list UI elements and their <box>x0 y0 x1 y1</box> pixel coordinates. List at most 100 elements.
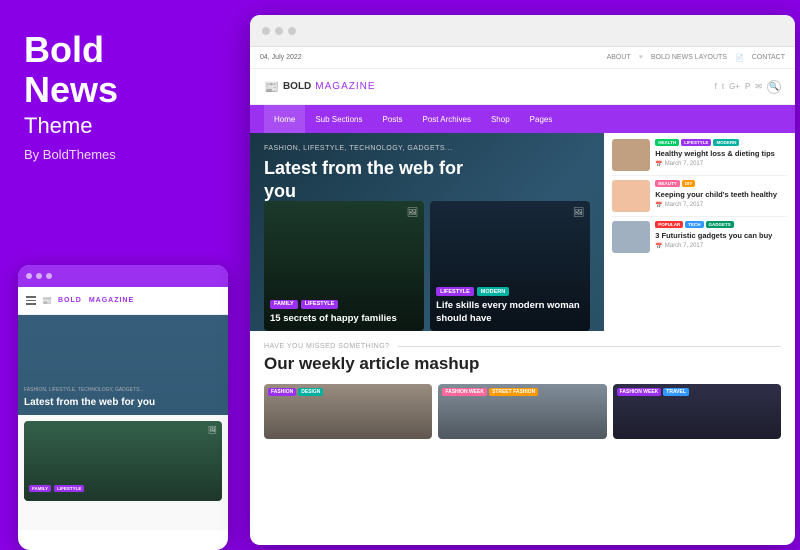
twitter-icon[interactable]: t <box>722 82 724 91</box>
card1-tag-family: FAMILY <box>270 300 298 309</box>
mobile-tag-family: FAMILY <box>29 485 51 492</box>
brand-subtitle: Theme <box>24 113 224 139</box>
mashup3-tag-fw2: FASHION WEEK <box>617 388 662 396</box>
mobile-card-area: FAMILY LIFESTYLE 🖼 <box>18 415 228 530</box>
site-topbar: 04, July 2022 ABOUT ♥ BOLD NEWS LAYOUTS … <box>250 47 795 69</box>
card2-tag-lifestyle: LIFESTYLE <box>436 287 474 296</box>
email-icon[interactable]: ✉ <box>755 82 762 91</box>
nav-post-archives[interactable]: Post Archives <box>413 105 481 133</box>
hero-content: FASHION, LIFESTYLE, TECHNOLOGY, GADGETS.… <box>250 133 795 202</box>
mashup1-tag-fashion: FASHION <box>268 388 296 396</box>
bottom-section: HAVE YOU MISSED SOMETHING? Our weekly ar… <box>250 331 795 451</box>
hero-card-2-overlay: LIFESTYLE MODERN Life skills every moder… <box>430 201 590 331</box>
nav-home[interactable]: Home <box>264 105 305 133</box>
mobile-hero-title: Latest from the web for you <box>24 396 222 409</box>
nav-pages[interactable]: Pages <box>520 105 563 133</box>
mobile-card: FAMILY LIFESTYLE 🖼 <box>24 421 222 501</box>
topbar-date: 04, July 2022 <box>260 54 302 61</box>
browser-dot-3 <box>288 27 296 35</box>
mobile-logo-mag: MAGAZINE <box>89 297 134 304</box>
mobile-logo-icon: 📰 <box>42 296 52 305</box>
hero-card-2[interactable]: LIFESTYLE MODERN Life skills every moder… <box>430 201 590 331</box>
topbar-right: ABOUT ♥ BOLD NEWS LAYOUTS 📄 CONTACT <box>607 54 785 62</box>
mobile-hero-tag: FASHION, LIFESTYLE, TECHNOLOGY, GADGETS.… <box>24 387 222 393</box>
mobile-nav: 📰 BOLD MAGAZINE <box>18 287 228 315</box>
mashup-card-1[interactable]: FASHION DESIGN <box>264 384 432 439</box>
card2-tag-modern: MODERN <box>477 287 509 296</box>
hero-cards: FAMILY LIFESTYLE 15 secrets of happy fam… <box>250 191 604 331</box>
mashup3-tag-travel: TRAVEL <box>663 388 689 396</box>
mobile-mockup: 📰 BOLD MAGAZINE FASHION, LIFESTYLE, TECH… <box>18 265 228 550</box>
hero-card-1[interactable]: FAMILY LIFESTYLE 15 secrets of happy fam… <box>264 201 424 331</box>
nav-sub-sections[interactable]: Sub Sections <box>305 105 372 133</box>
article-item-3[interactable]: POPULAR TECH GADGETS 3 Futuristic gadget… <box>612 221 787 257</box>
mashup2-tag-sf: STREET FASHION <box>489 388 538 396</box>
mobile-dot-3 <box>46 273 52 279</box>
mashup2-tags: FASHION WEEK STREET FASHION <box>442 388 538 396</box>
browser-dot-1 <box>262 27 270 35</box>
site-header: 📰 BOLD MAGAZINE f t G+ P ✉ 🔍 <box>250 69 795 105</box>
pinterest-icon[interactable]: P <box>745 82 750 91</box>
mobile-top-bar <box>18 265 228 287</box>
hero-tag: FASHION, LIFESTYLE, TECHNOLOGY, GADGETS.… <box>264 145 781 152</box>
card2-tags: LIFESTYLE MODERN <box>436 287 584 296</box>
topbar-layouts[interactable]: BOLD NEWS LAYOUTS <box>651 54 727 61</box>
mobile-logo-text: BOLD <box>58 297 82 304</box>
art3-tag-tech: TECH <box>685 221 703 228</box>
mashup3-tags: FASHION WEEK TRAVEL <box>617 388 689 396</box>
mashup2-tag-fw: FASHION WEEK <box>442 388 487 396</box>
mobile-card-tags: FAMILY LIFESTYLE <box>29 485 217 492</box>
site-nav: Home Sub Sections Posts Post Archives Sh… <box>250 105 795 133</box>
section-pre-label: HAVE YOU MISSED SOMETHING? <box>264 343 781 350</box>
header-social: f t G+ P ✉ 🔍 <box>715 80 781 94</box>
picture-icon: 🖼 <box>208 426 217 434</box>
article-3-title: 3 Futuristic gadgets you can buy <box>655 231 787 241</box>
brand-title: Bold News <box>24 30 224 109</box>
hero-title: Latest from the web for you <box>264 157 464 202</box>
hamburger-icon <box>26 296 36 305</box>
brand-by: By BoldThemes <box>24 147 224 162</box>
mashup1-tag-design: DESIGN <box>298 388 323 396</box>
nav-posts[interactable]: Posts <box>372 105 412 133</box>
article-thumb-3 <box>612 221 650 253</box>
mobile-dot-1 <box>26 273 32 279</box>
card1-title: 15 secrets of happy families <box>270 313 418 325</box>
google-icon[interactable]: G+ <box>729 82 740 91</box>
topbar-contact[interactable]: CONTACT <box>752 54 785 61</box>
logo-magazine: MAGAZINE <box>315 81 375 92</box>
topbar-about[interactable]: ABOUT <box>607 54 631 61</box>
browser-dot-2 <box>275 27 283 35</box>
facebook-icon[interactable]: f <box>715 82 717 91</box>
left-panel: Bold News Theme By BoldThemes 📰 BOLD MAG… <box>0 0 248 550</box>
section-title: Our weekly article mashup <box>264 354 781 374</box>
mobile-tag-lifestyle: LIFESTYLE <box>54 485 84 492</box>
hero-card-1-overlay: FAMILY LIFESTYLE 15 secrets of happy fam… <box>264 201 424 331</box>
mashup-cards: FASHION DESIGN FASHION WEEK STREET FASHI… <box>264 384 781 439</box>
article-info-3: POPULAR TECH GADGETS 3 Futuristic gadget… <box>655 221 787 250</box>
article-3-tags: POPULAR TECH GADGETS <box>655 221 787 228</box>
logo-icon: 📰 <box>264 80 279 94</box>
mobile-dot-2 <box>36 273 42 279</box>
mashup-card-2[interactable]: FASHION WEEK STREET FASHION <box>438 384 606 439</box>
browser-window: 04, July 2022 ABOUT ♥ BOLD NEWS LAYOUTS … <box>250 15 795 545</box>
calendar-icon-2: 📅 <box>655 202 662 209</box>
logo-bold: BOLD <box>283 81 311 92</box>
calendar-icon-3: 📅 <box>655 243 662 250</box>
mashup1-tags: FASHION DESIGN <box>268 388 323 396</box>
site-logo: 📰 BOLD MAGAZINE <box>264 80 376 94</box>
card2-pic-icon: 🖼 <box>573 207 584 218</box>
mobile-hero: FASHION, LIFESTYLE, TECHNOLOGY, GADGETS.… <box>18 315 228 415</box>
mashup-card-3[interactable]: FASHION WEEK TRAVEL <box>613 384 781 439</box>
card1-tags: FAMILY LIFESTYLE <box>270 300 418 309</box>
search-button[interactable]: 🔍 <box>767 80 781 94</box>
article-2-date: 📅 March 7, 2017 <box>655 202 787 209</box>
article-3-date: 📅 March 7, 2017 <box>655 243 787 250</box>
topbar-left: 04, July 2022 <box>260 54 302 61</box>
card2-title: Life skills every modern woman should ha… <box>436 300 584 325</box>
nav-shop[interactable]: Shop <box>481 105 520 133</box>
art3-tag-popular: POPULAR <box>655 221 683 228</box>
art3-tag-gadgets: GADGETS <box>706 221 734 228</box>
card1-pic-icon: 🖼 <box>407 207 418 218</box>
hero-section: FASHION, LIFESTYLE, TECHNOLOGY, GADGETS.… <box>250 133 795 331</box>
browser-chrome <box>250 15 795 47</box>
